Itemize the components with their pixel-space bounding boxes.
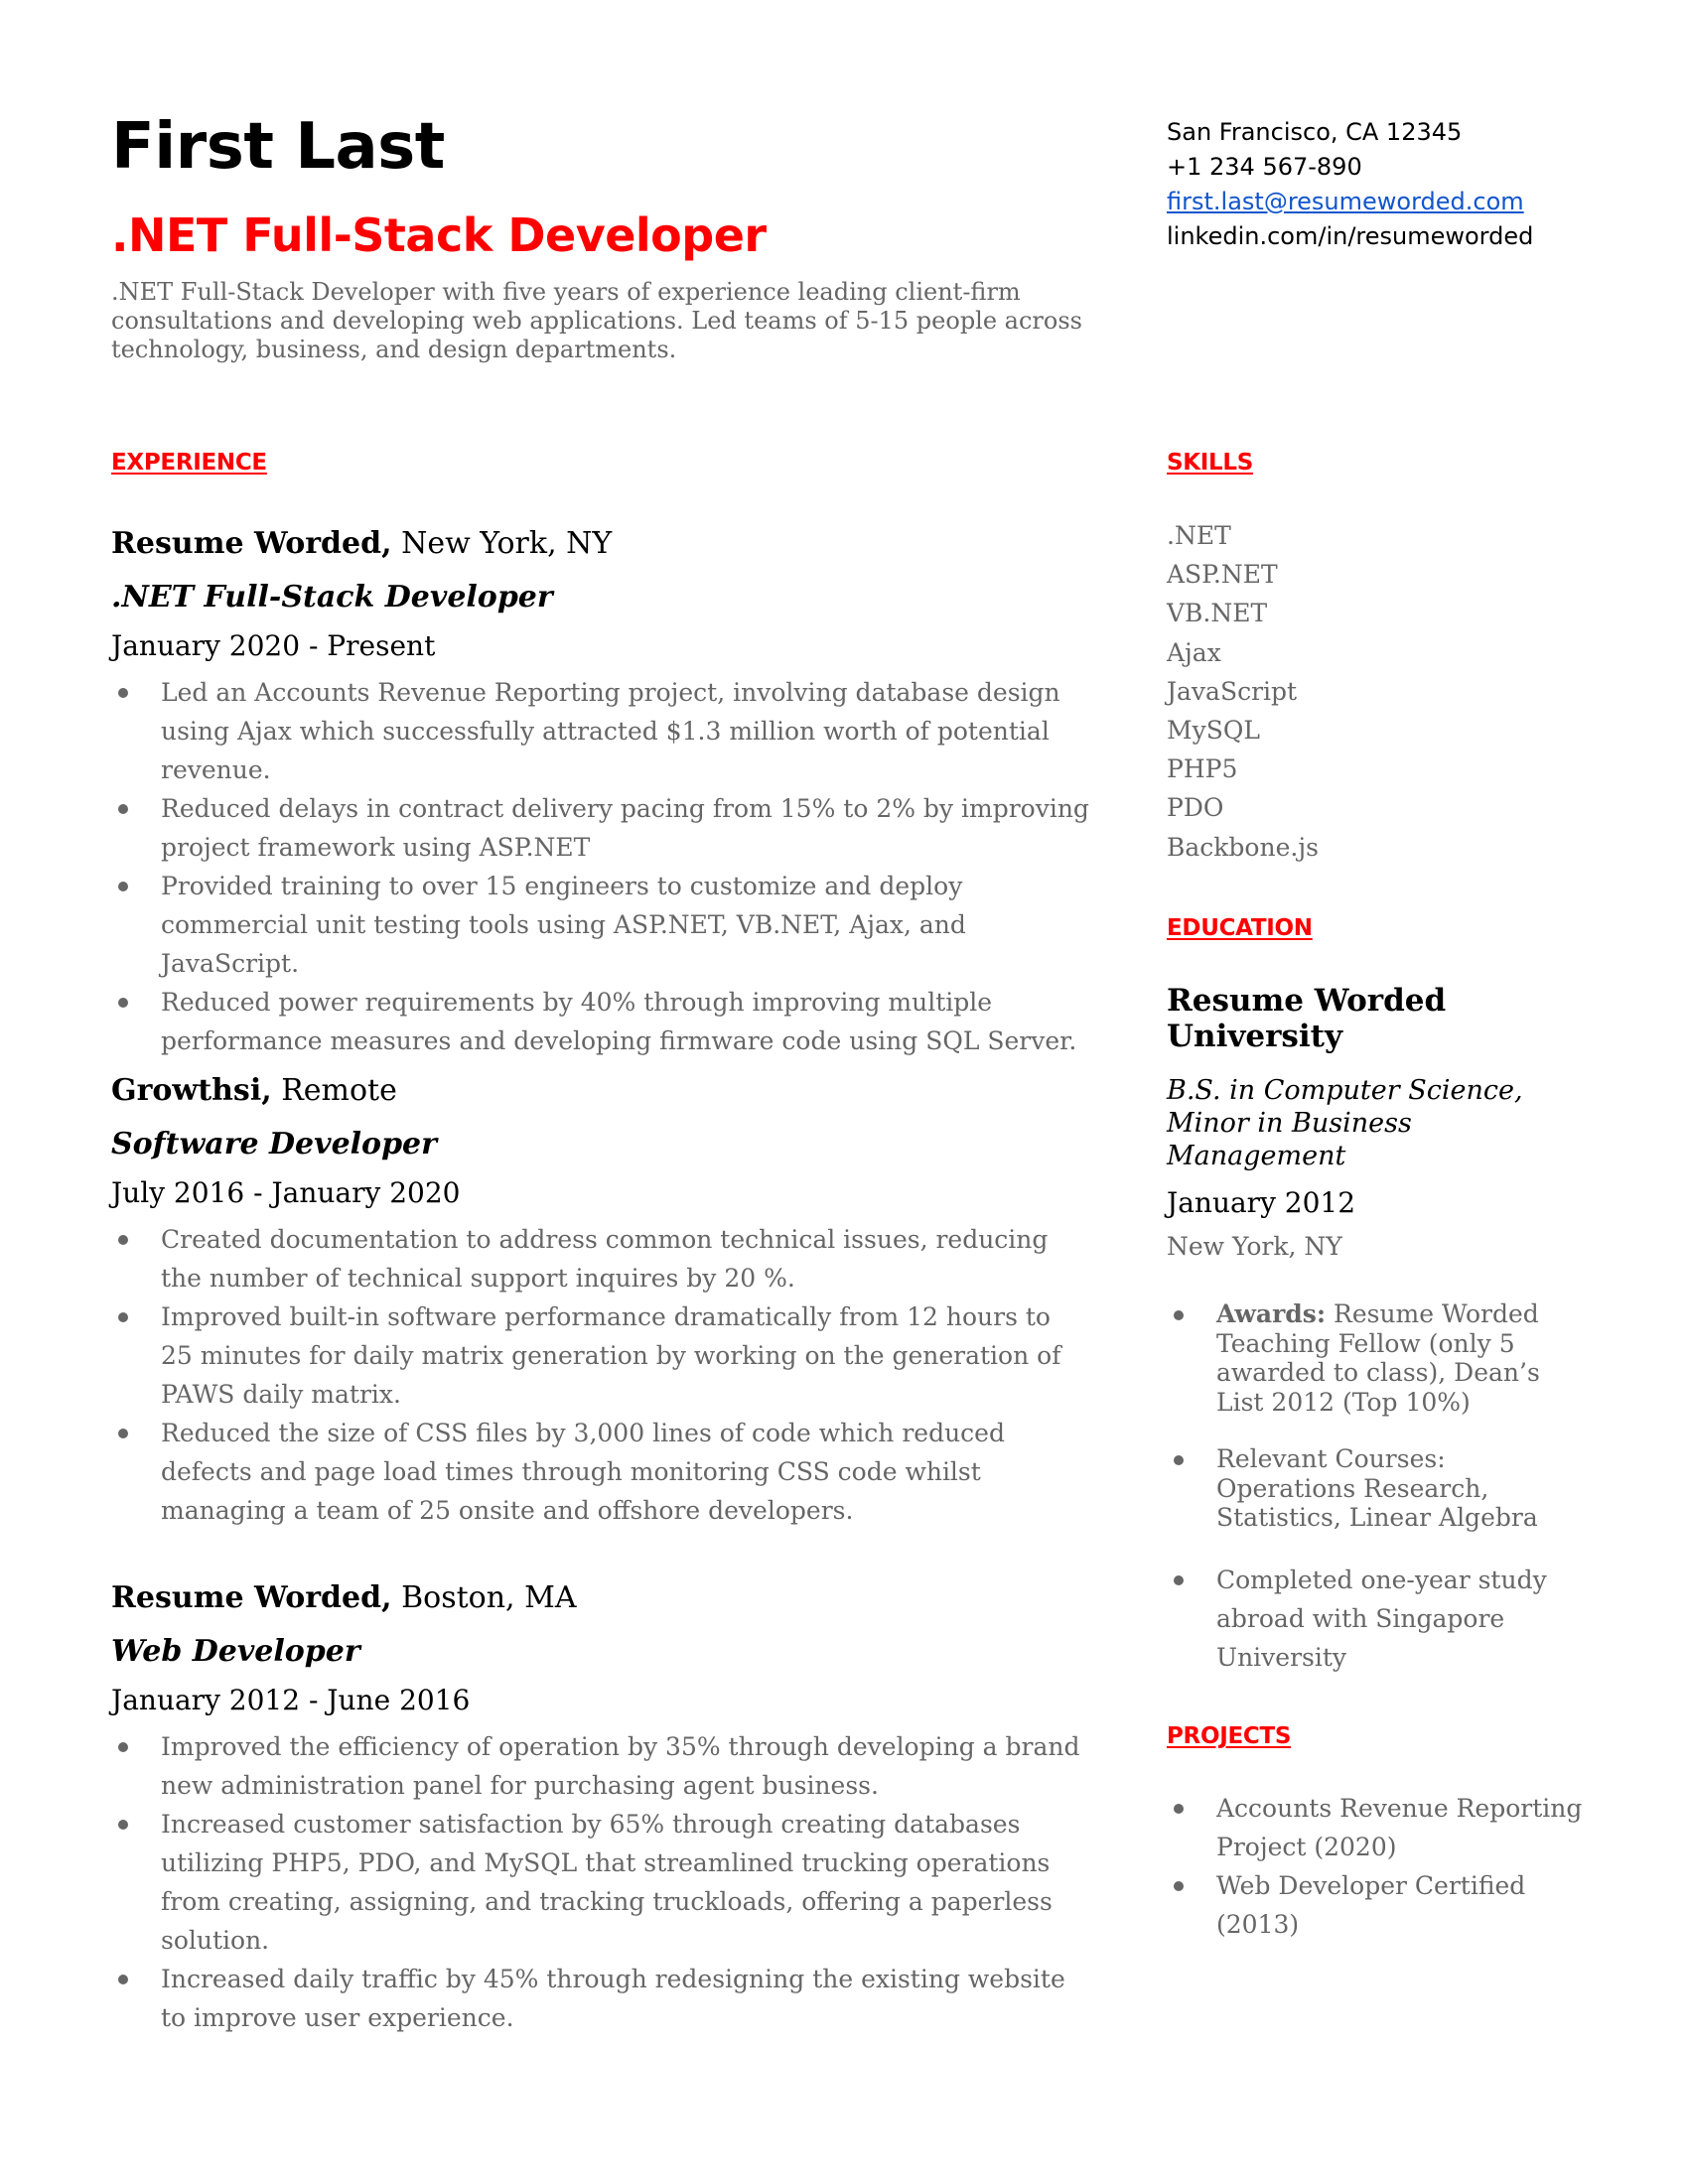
job-dates: January 2012 - June 2016 xyxy=(111,1684,471,1716)
education-heading: EDUCATION xyxy=(1167,915,1313,941)
job-bullet: Reduced delays in contract delivery paci… xyxy=(111,789,1089,867)
bullet-text: Increased daily traffic by 45% through r… xyxy=(161,1965,1065,2032)
contact-email-link[interactable]: first.last@resumeworded.com xyxy=(1167,188,1524,215)
bullet-text: Relevant Courses: Operations Research, S… xyxy=(1216,1444,1538,1532)
skills-heading: SKILLS xyxy=(1167,450,1254,476)
skill-item: .NET xyxy=(1167,521,1231,550)
job-company: Resume Worded, New York, NY xyxy=(111,526,1089,562)
project-item: Accounts Revenue Reporting Project (2020… xyxy=(1167,1789,1584,1866)
skill-item: PDO xyxy=(1167,793,1224,823)
job-entry: Growthsi, Remote Software Developer July… xyxy=(111,1073,1089,1530)
bullet-icon xyxy=(118,1742,128,1752)
education-location: New York, NY xyxy=(1167,1232,1342,1261)
bullet-icon xyxy=(1174,1455,1184,1465)
skill-item: PHP5 xyxy=(1167,754,1238,784)
job-bullet: Increased daily traffic by 45% through r… xyxy=(111,1960,1089,2037)
job-company: Resume Worded, Boston, MA xyxy=(111,1580,1089,1616)
bullet-icon xyxy=(118,1235,128,1245)
bullet-icon xyxy=(1174,1881,1184,1891)
project-text: Web Developer Certified (2013) xyxy=(1216,1871,1526,1939)
job-bullet: Provided training to over 15 engineers t… xyxy=(111,867,1089,983)
job-bullet: Improved built-in software performance d… xyxy=(111,1297,1089,1414)
job-bullet: Reduced power requirements by 40% throug… xyxy=(111,983,1089,1060)
education-date: January 2012 xyxy=(1167,1186,1356,1219)
candidate-role: .NET Full-Stack Developer xyxy=(111,208,767,262)
job-bullets: Improved the efficiency of operation by … xyxy=(111,1727,1089,2037)
bullet-text: Led an Accounts Revenue Reporting projec… xyxy=(161,678,1060,784)
education-entry: Resume Worded University B.S. in Compute… xyxy=(1167,983,1584,1705)
education-bullet: Completed one-year study abroad with Sin… xyxy=(1167,1561,1584,1677)
bullet-icon xyxy=(118,1429,128,1438)
projects-heading: PROJECTS xyxy=(1167,1723,1292,1749)
company-location: New York, NY xyxy=(391,526,613,561)
contact-phone: +1 234 567-890 xyxy=(1167,153,1362,181)
job-title: .NET Full-Stack Developer xyxy=(111,580,553,614)
job-bullet: Created documentation to address common … xyxy=(111,1220,1089,1297)
bullet-label: Awards: xyxy=(1216,1299,1327,1328)
job-entry: Resume Worded, New York, NY .NET Full-St… xyxy=(111,526,1089,1060)
experience-heading: EXPERIENCE xyxy=(111,450,267,476)
bullet-icon xyxy=(118,882,128,891)
bullet-icon xyxy=(118,804,128,814)
job-bullets: Created documentation to address common … xyxy=(111,1220,1089,1530)
bullet-text: Completed one-year study abroad with Sin… xyxy=(1216,1565,1547,1672)
bullet-icon xyxy=(118,998,128,1008)
job-dates: January 2020 - Present xyxy=(111,629,436,662)
company-location: Remote xyxy=(271,1073,397,1108)
skill-item: Backbone.js xyxy=(1167,832,1319,862)
bullet-text: Provided training to over 15 engineers t… xyxy=(161,872,966,978)
bullet-text: Reduced the size of CSS files by 3,000 l… xyxy=(161,1419,1005,1525)
education-bullet: Relevant Courses: Operations Research, S… xyxy=(1167,1444,1584,1533)
skills-list: .NET ASP.NET VB.NET Ajax JavaScript MySQ… xyxy=(1167,516,1319,867)
bullet-text: Created documentation to address common … xyxy=(161,1225,1049,1293)
education-bullets: Awards: Resume Worded Teaching Fellow (o… xyxy=(1167,1299,1584,1677)
job-title: Web Developer xyxy=(111,1634,360,1669)
job-bullet: Improved the efficiency of operation by … xyxy=(111,1727,1089,1805)
candidate-name: First Last xyxy=(111,110,445,184)
project-item: Web Developer Certified (2013) xyxy=(1167,1866,1584,1944)
job-bullet: Increased customer satisfaction by 65% t… xyxy=(111,1805,1089,1960)
degree: B.S. in Computer Science, Minor in Busin… xyxy=(1167,1075,1523,1171)
projects-list: Accounts Revenue Reporting Project (2020… xyxy=(1167,1789,1584,1944)
bullet-text: Reduced power requirements by 40% throug… xyxy=(161,988,1077,1055)
company-name: Resume Worded, xyxy=(111,526,392,561)
bullet-icon xyxy=(1174,1310,1184,1320)
company-name: Growthsi, xyxy=(111,1073,272,1108)
skill-item: VB.NET xyxy=(1167,599,1268,628)
bullet-icon xyxy=(118,1975,128,1984)
company-location: Boston, MA xyxy=(391,1580,577,1615)
job-bullet: Led an Accounts Revenue Reporting projec… xyxy=(111,673,1089,789)
bullet-icon xyxy=(1174,1574,1184,1585)
bullet-icon xyxy=(118,688,128,698)
skill-item: JavaScript xyxy=(1167,676,1298,706)
bullet-text: Increased customer satisfaction by 65% t… xyxy=(161,1810,1053,1955)
bullet-text: Reduced delays in contract delivery paci… xyxy=(161,794,1089,862)
job-dates: July 2016 - January 2020 xyxy=(111,1176,461,1209)
job-entry: Resume Worded, Boston, MA Web Developer … xyxy=(111,1580,1089,2037)
bullet-text: Improved built-in software performance d… xyxy=(161,1302,1061,1409)
bullet-icon xyxy=(118,1820,128,1830)
contact-info: San Francisco, CA 12345 +1 234 567-890 f… xyxy=(1167,115,1533,254)
resume-page: First Last .NET Full-Stack Developer .NE… xyxy=(0,0,1688,2184)
bullet-icon xyxy=(1174,1804,1184,1814)
skill-item: ASP.NET xyxy=(1167,560,1278,590)
job-bullet: Reduced the size of CSS files by 3,000 l… xyxy=(111,1414,1089,1530)
bullet-icon xyxy=(118,1312,128,1322)
company-name: Resume Worded, xyxy=(111,1580,392,1615)
education-bullet: Awards: Resume Worded Teaching Fellow (o… xyxy=(1167,1299,1584,1417)
job-company: Growthsi, Remote xyxy=(111,1073,1089,1109)
contact-location: San Francisco, CA 12345 xyxy=(1167,118,1463,146)
skill-item: Ajax xyxy=(1167,637,1221,667)
project-text: Accounts Revenue Reporting Project (2020… xyxy=(1216,1794,1583,1861)
job-title: Software Developer xyxy=(111,1127,437,1161)
job-bullets: Led an Accounts Revenue Reporting projec… xyxy=(111,673,1089,1060)
skill-item: MySQL xyxy=(1167,716,1260,746)
bullet-text: Improved the efficiency of operation by … xyxy=(161,1732,1080,1800)
school-name: Resume Worded University xyxy=(1167,983,1447,1054)
contact-linkedin: linkedin.com/in/resumeworded xyxy=(1167,222,1534,250)
summary: .NET Full-Stack Developer with five year… xyxy=(111,278,1082,363)
